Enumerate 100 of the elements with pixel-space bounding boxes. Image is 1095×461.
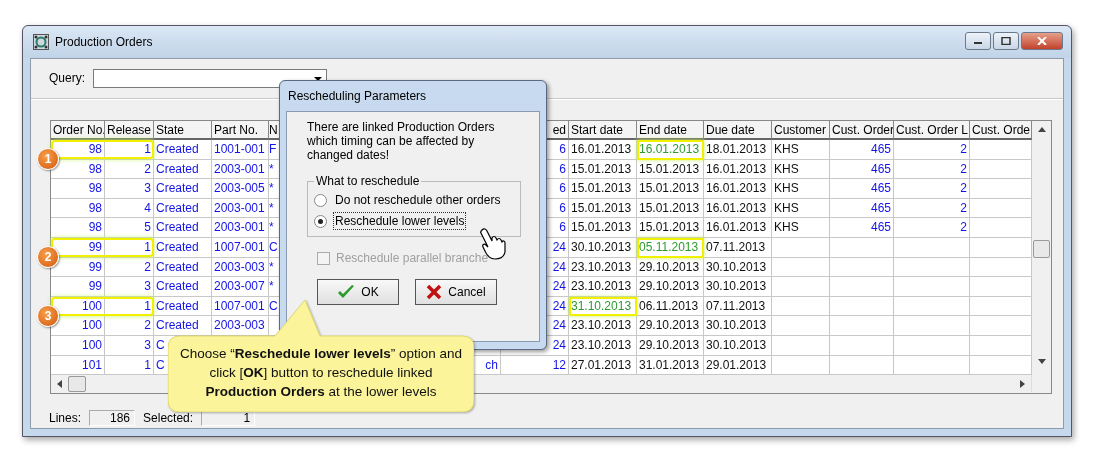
table-cell: 1007-001 <box>212 237 269 258</box>
table-cell: 16.01.2013 <box>704 159 772 180</box>
table-cell: 06.11.2013 <box>637 296 704 317</box>
column-header[interactable]: Order No. <box>51 121 105 140</box>
table-cell: 23.10.2013 <box>569 316 637 336</box>
table-cell: 31.01.2013 <box>637 355 704 376</box>
table-cell: 15.01.2013 <box>569 179 637 199</box>
table-cell: 23.10.2013 <box>569 335 637 356</box>
table-cell: 99 <box>51 257 105 278</box>
table-cell: 29.10.2013 <box>637 257 704 278</box>
column-header[interactable]: Part No. <box>212 121 269 140</box>
table-cell: 2 <box>894 218 970 238</box>
table-cell: KHS <box>772 140 830 160</box>
step-badge: 1 <box>37 148 59 170</box>
table-cell: 99 <box>51 277 105 297</box>
close-button[interactable] <box>1021 32 1063 50</box>
column-header[interactable]: Release <box>105 121 154 140</box>
app-icon <box>33 34 49 50</box>
radio-label[interactable]: Reschedule lower levels <box>333 212 467 230</box>
column-header[interactable]: Cust. Order L <box>894 121 970 140</box>
table-cell: 2 <box>894 179 970 199</box>
table-cell: 98 <box>51 159 105 180</box>
table-cell: 2 <box>105 159 154 180</box>
table-cell: 15.01.2013 <box>569 198 637 219</box>
table-cell: 1 <box>105 355 154 376</box>
table-cell: 1 <box>105 237 154 258</box>
table-cell: 30.10.2013 <box>704 257 772 278</box>
table-cell: 2003-001 <box>212 218 269 238</box>
cancel-button[interactable]: Cancel <box>415 279 497 305</box>
column-header[interactable]: Start date <box>569 121 637 140</box>
table-cell: 2 <box>894 140 970 160</box>
scroll-left-icon[interactable] <box>57 379 62 388</box>
table-cell: 100 <box>51 316 105 336</box>
table-cell: 1 <box>105 140 154 160</box>
table-cell: 4 <box>105 198 154 219</box>
query-label: Query: <box>49 71 85 85</box>
cross-icon <box>426 284 443 300</box>
column-header[interactable]: End date <box>637 121 704 140</box>
table-cell: 15.01.2013 <box>637 179 704 199</box>
close-icon <box>1037 37 1047 45</box>
column-header[interactable]: Cust. Order <box>830 121 894 140</box>
table-cell: 98 <box>51 218 105 238</box>
table-cell: KHS <box>772 198 830 219</box>
radio-button[interactable] <box>314 214 327 228</box>
scroll-thumb[interactable] <box>1033 240 1050 258</box>
column-header[interactable]: State <box>154 121 212 140</box>
table-cell: 05.11.2013 <box>637 237 704 258</box>
empty-cell <box>830 355 894 376</box>
table-cell: 465 <box>830 198 894 219</box>
table-cell: 16.01.2013 <box>637 140 704 160</box>
empty-cell <box>830 257 894 278</box>
table-cell: 30.10.2013 <box>704 277 772 297</box>
window-title: Production Orders <box>55 35 153 49</box>
table-cell: 2003-005 <box>212 179 269 199</box>
table-cell: Created <box>154 277 212 297</box>
lines-label: Lines: <box>49 411 82 425</box>
table-cell: 30.10.2013 <box>704 335 772 356</box>
empty-cell <box>772 277 830 297</box>
table-cell: 31.10.2013 <box>569 296 637 317</box>
table-cell: 2 <box>894 198 970 219</box>
table-cell: 29.01.2013 <box>704 355 772 376</box>
table-cell: 3 <box>105 179 154 199</box>
query-dropdown[interactable] <box>93 68 327 88</box>
table-cell: 29.10.2013 <box>637 335 704 356</box>
scroll-right-icon[interactable] <box>1020 379 1025 388</box>
radio-button[interactable] <box>314 193 327 207</box>
table-cell: Created <box>154 140 212 160</box>
maximize-button[interactable] <box>993 32 1019 50</box>
empty-cell <box>772 237 830 258</box>
maximize-icon <box>1001 37 1011 45</box>
table-cell: KHS <box>772 159 830 180</box>
table-cell: 2003-007 <box>212 277 269 297</box>
column-header[interactable]: Cust. Orde <box>970 121 1032 140</box>
dialog-title: Rescheduling Parameters <box>287 88 428 105</box>
column-header[interactable]: Customer <box>772 121 830 140</box>
empty-cell <box>772 316 830 336</box>
ok-button[interactable]: OK <box>317 279 399 305</box>
empty-cell <box>772 355 830 376</box>
table-cell: 3 <box>105 277 154 297</box>
table-cell: 1001-001 <box>212 140 269 160</box>
table-cell: KHS <box>772 218 830 238</box>
table-cell: Created <box>154 179 212 199</box>
table-cell: 16.01.2013 <box>704 179 772 199</box>
table-cell: 29.10.2013 <box>637 316 704 336</box>
table-cell: Created <box>154 159 212 180</box>
table-cell: 15.01.2013 <box>569 159 637 180</box>
scroll-up-icon[interactable] <box>1037 127 1046 132</box>
column-header[interactable]: Due date <box>704 121 772 140</box>
table-cell: 15.01.2013 <box>569 218 637 238</box>
step-badge: 3 <box>37 304 59 327</box>
table-cell: 27.01.2013 <box>569 355 637 376</box>
table-cell: 2 <box>894 159 970 180</box>
table-cell: 15.01.2013 <box>637 198 704 219</box>
scroll-down-icon[interactable] <box>1037 359 1046 364</box>
scroll-thumb[interactable] <box>68 375 86 392</box>
table-cell: 16.01.2013 <box>704 198 772 219</box>
table-cell: 30.10.2013 <box>569 237 637 258</box>
step-badge: 2 <box>37 245 59 268</box>
minimize-button[interactable] <box>965 32 991 50</box>
table-cell: 100 <box>51 335 105 356</box>
